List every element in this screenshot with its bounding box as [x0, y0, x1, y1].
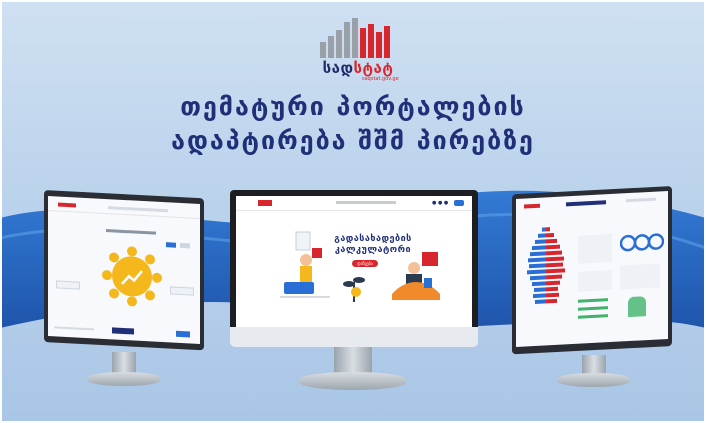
site-navbar: ● ● ●: [236, 196, 472, 211]
right-monitor-screen: [516, 191, 668, 347]
ring-gauges-icon: [620, 233, 664, 252]
headline-line-1: თემატური პორტალების: [180, 92, 526, 121]
right-monitor-base: [558, 373, 630, 387]
site-nav-links[interactable]: [336, 201, 396, 204]
brand-wordmark: სადსტატ: [312, 59, 404, 77]
headline-line-2: ადაპტირება შშმ პირებზე: [171, 126, 535, 155]
language-button[interactable]: [454, 200, 464, 206]
center-monitor-screen: ● ● ● გადასახადების კალკულატორი დაწყება: [236, 196, 472, 327]
left-monitor-screen: [48, 196, 200, 344]
left-monitor-base: [88, 372, 160, 386]
site-logo[interactable]: [258, 200, 272, 206]
brand-tagline: saqstat.gov.ge: [362, 76, 399, 82]
pyramid-chart-icon: [527, 227, 565, 304]
bar-chart-logo-icon: [320, 18, 390, 58]
center-monitor-base: [300, 372, 406, 390]
plant-illustration-icon: [343, 277, 365, 302]
accessibility-wheel-icon: [102, 246, 162, 307]
accessibility-controls[interactable]: ● ● ●: [432, 200, 448, 206]
person-with-calculator-icon: [392, 252, 440, 300]
center-monitor-chin: [230, 327, 478, 347]
calculator-start-button[interactable]: დაწყება: [352, 260, 378, 267]
people-illustration-icon: [280, 231, 330, 298]
brand-word-red: სტატ: [353, 59, 394, 77]
brand-logo: სადსტატ saqstat.gov.ge: [310, 18, 405, 82]
banner: სადსტატ saqstat.gov.ge თემატური პორტალებ…: [0, 0, 706, 423]
brand-word-blue: სად: [322, 59, 354, 77]
